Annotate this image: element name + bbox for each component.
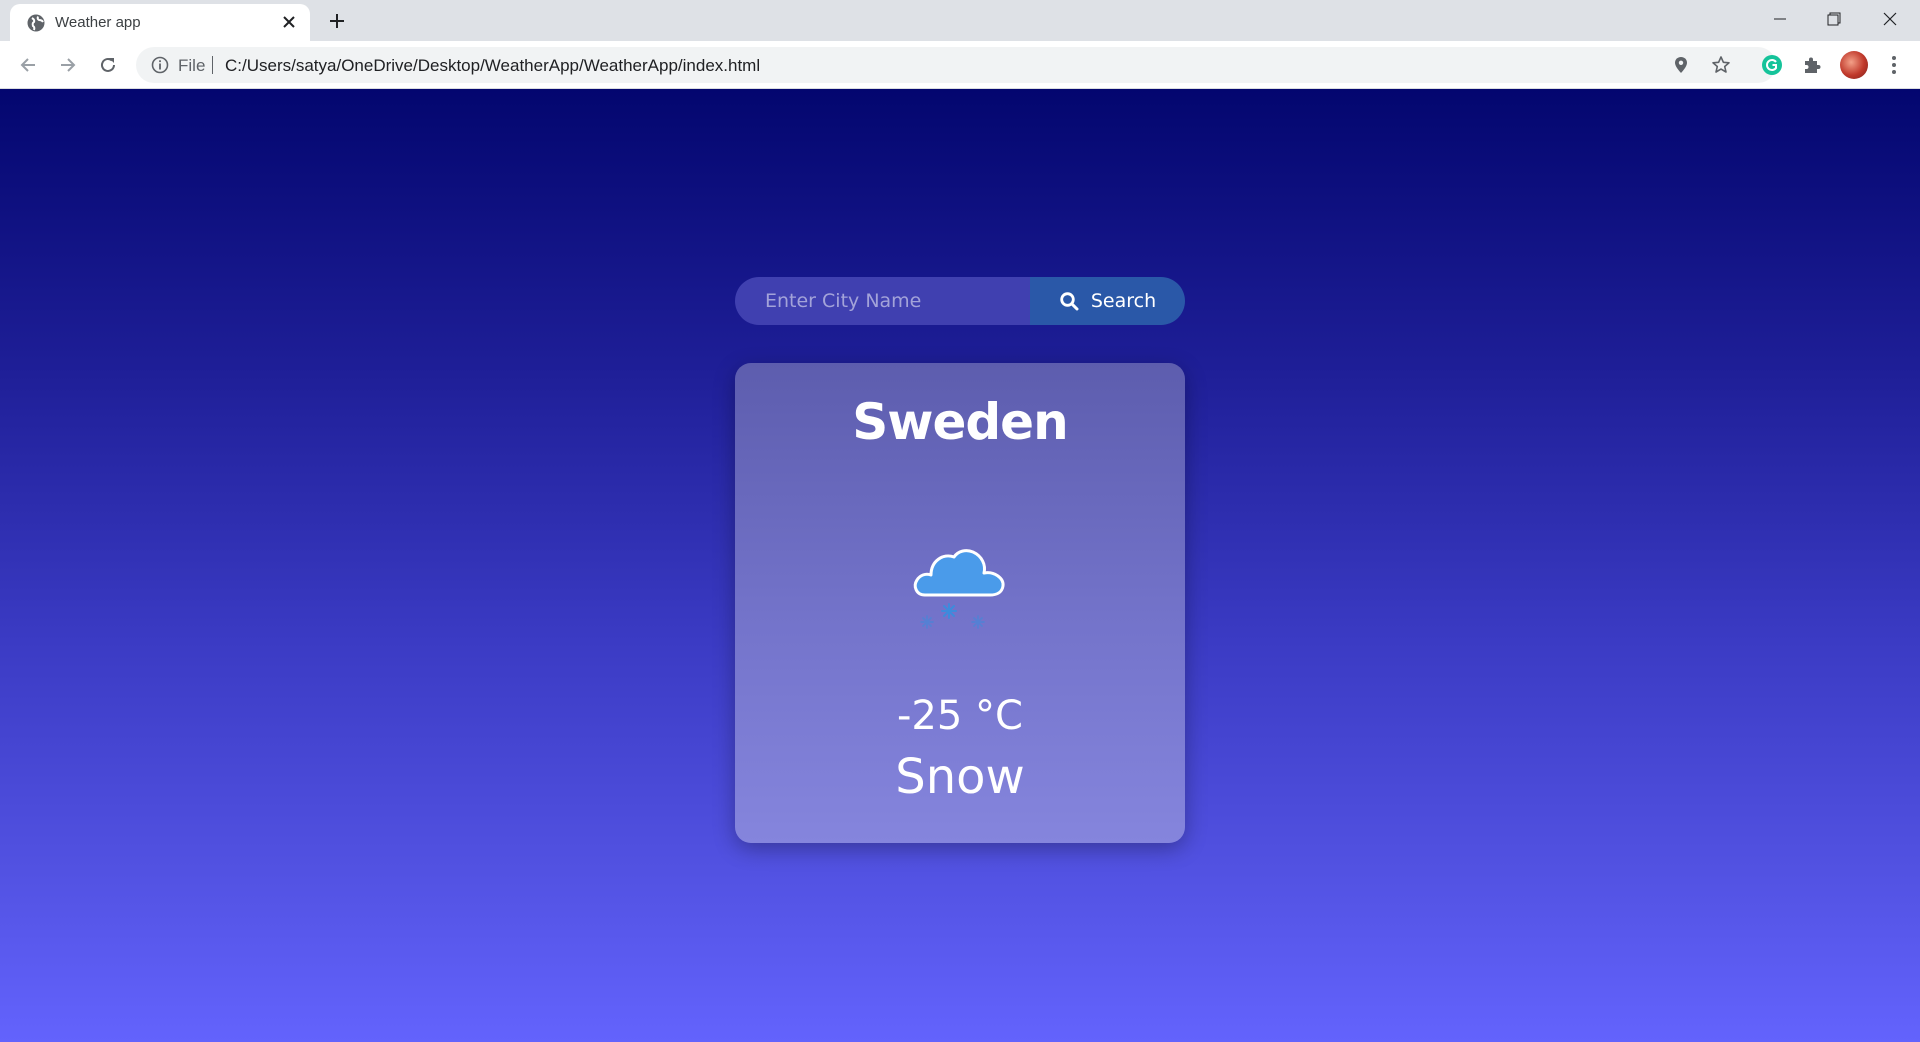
search-bar: Search [735, 277, 1185, 325]
profile-avatar[interactable] [1840, 51, 1868, 79]
page-viewport: Search Sweden -25 °C Snow [0, 89, 1920, 1042]
address-bar[interactable]: File C:/Users/satya/OneDrive/Desktop/Wea… [136, 47, 1776, 83]
city-search-input[interactable] [735, 277, 1030, 325]
menu-kebab-icon[interactable] [1880, 51, 1908, 79]
temperature: -25 °C [897, 693, 1023, 739]
restore-icon[interactable] [1806, 0, 1862, 38]
search-button[interactable]: Search [1030, 277, 1185, 325]
address-scheme: File [178, 56, 206, 75]
tab-title: Weather app [55, 14, 141, 31]
address-url[interactable]: C:/Users/satya/OneDrive/Desktop/WeatherA… [225, 56, 760, 76]
close-window-icon[interactable] [1862, 0, 1918, 38]
search-button-label: Search [1090, 290, 1157, 312]
snow-cloud-icon [913, 549, 1005, 629]
reload-icon[interactable] [94, 51, 122, 79]
search-icon [1060, 292, 1079, 311]
weather-condition: Snow [895, 749, 1025, 805]
browser-tab-strip: Weather app [0, 0, 1920, 41]
location-pin-icon[interactable] [1670, 54, 1692, 76]
city-name: Sweden [852, 393, 1068, 451]
weather-card: Sweden -25 °C Snow [735, 363, 1185, 843]
back-icon[interactable] [14, 51, 42, 79]
browser-tab[interactable]: Weather app [10, 4, 310, 41]
bookmark-star-icon[interactable] [1710, 54, 1732, 76]
extensions-puzzle-icon[interactable] [1798, 51, 1826, 79]
globe-icon [27, 14, 45, 32]
grammarly-icon[interactable] [1758, 51, 1786, 79]
new-tab-icon[interactable] [322, 9, 352, 33]
browser-toolbar: File C:/Users/satya/OneDrive/Desktop/Wea… [0, 41, 1920, 89]
info-icon[interactable] [150, 55, 170, 75]
address-divider [212, 56, 213, 74]
minimize-icon[interactable] [1752, 0, 1808, 38]
forward-icon[interactable] [54, 51, 82, 79]
close-tab-icon[interactable] [278, 11, 300, 33]
